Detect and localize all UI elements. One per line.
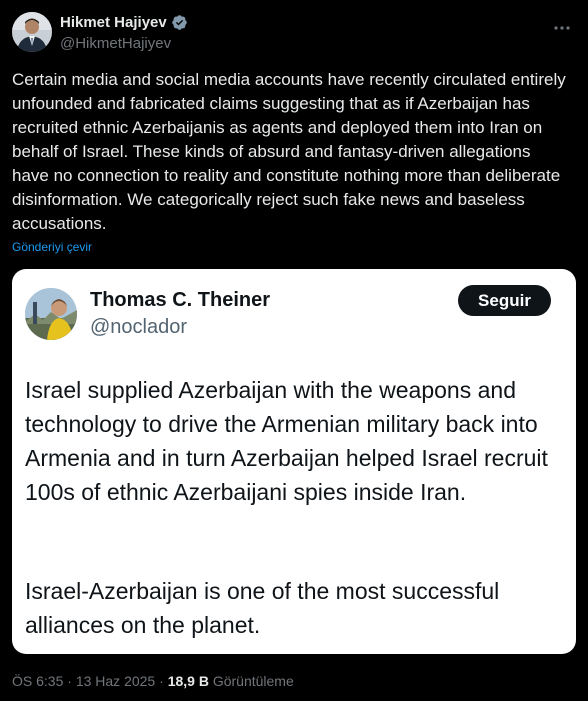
author-avatar[interactable] xyxy=(12,12,52,52)
views-count: 18,9 B xyxy=(167,673,209,689)
post-time[interactable]: ÖS 6:35 xyxy=(12,673,63,689)
meta-separator: · xyxy=(159,673,164,689)
quoted-text-paragraph-1: Israel supplied Azerbaijan with the weap… xyxy=(25,377,548,505)
meta-separator: · xyxy=(67,673,72,689)
follow-button[interactable]: Seguir xyxy=(458,285,551,316)
quoted-author-name: Thomas C. Theiner xyxy=(90,289,271,311)
quoted-text-paragraph-2: Israel-Azerbaijan is one of the most suc… xyxy=(25,578,500,638)
translate-post-link[interactable]: Gönderiyi çevir xyxy=(12,240,92,254)
more-horizontal-icon[interactable] xyxy=(552,18,572,38)
verified-badge-icon xyxy=(171,14,188,31)
author-display-name[interactable]: Hikmet Hajiyev xyxy=(60,14,167,31)
tweet-header: Hikmet Hajiyev @HikmetHajiyev xyxy=(12,12,576,56)
tweet-text: Certain media and social media accounts … xyxy=(12,70,566,233)
tweet-meta: ÖS 6:35 · 13 Haz 2025 · 18,9 B Görüntüle… xyxy=(12,673,294,689)
post-date[interactable]: 13 Haz 2025 xyxy=(76,673,155,689)
quoted-author-avatar xyxy=(25,288,77,340)
quoted-author-handle: @noclador xyxy=(90,316,188,338)
quoted-post-image[interactable]: Thomas C. Theiner @noclador Seguir Israe… xyxy=(12,269,576,654)
views-label: Görüntüleme xyxy=(212,673,294,689)
author-name-row: Hikmet Hajiyev xyxy=(60,14,188,31)
author-handle[interactable]: @HikmetHajiyev xyxy=(60,35,171,52)
